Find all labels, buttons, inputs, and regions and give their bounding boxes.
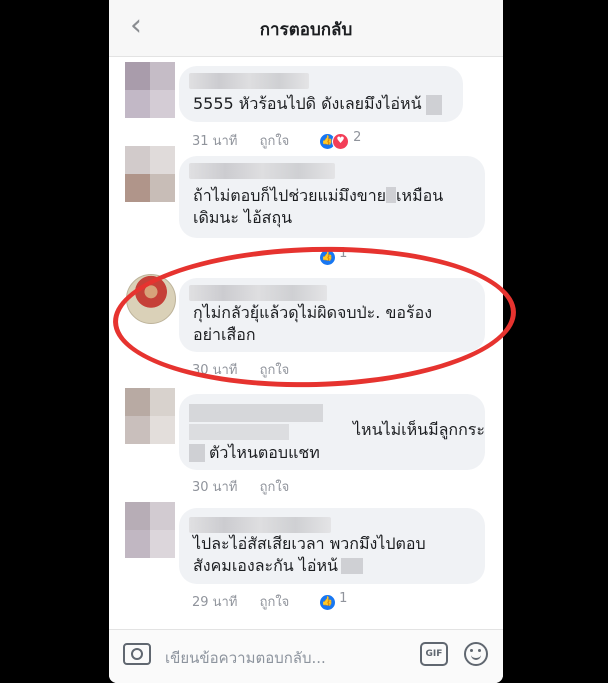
censor-block	[341, 558, 363, 574]
comment-text-line: เดิมนะ ไอ้สถุน	[193, 208, 293, 227]
censor-block	[189, 424, 289, 440]
blurred-author-name	[189, 73, 309, 89]
comment-meta: 30 นาที ถูกใจ	[192, 359, 307, 380]
comment-text-part: เหมือน	[396, 186, 444, 205]
avatar[interactable]	[125, 62, 175, 118]
reactions[interactable]: 👍 1	[320, 591, 347, 610]
page-title: การตอบกลับ	[259, 20, 353, 40]
blurred-author-name	[189, 285, 327, 301]
comment-text-line: ตัวไหนตอบแชท	[209, 443, 320, 462]
phone-screen: ‹ การตอบกลับ 5555 หัวร้อนไปดิ ดังเลยมึงไ…	[109, 0, 503, 683]
like-reaction-icon: 👍	[320, 250, 335, 265]
avatar[interactable]	[126, 274, 176, 324]
header-bar: ‹ การตอบกลับ	[109, 0, 503, 57]
timestamp: 30 นาที	[192, 363, 238, 378]
camera-icon[interactable]	[123, 643, 151, 665]
comment-bubble[interactable]: ไหนไม่เห็นมีลูกกระ ตัวไหนตอบแชท	[179, 394, 485, 470]
censor-block	[386, 187, 397, 203]
blurred-author-name	[189, 404, 323, 422]
avatar[interactable]	[125, 388, 175, 444]
comment-bubble[interactable]: กุไม่กลัวยุ้แล้วดุไม่ผิดจบป่ะ. ขอร้อง อย…	[179, 278, 485, 352]
timestamp: 29 นาที	[192, 595, 238, 610]
gif-icon[interactable]: GIF	[420, 642, 448, 666]
blurred-author-name	[189, 517, 331, 533]
reply-input[interactable]: เขียนข้อความตอบกลับ...	[165, 646, 326, 670]
like-link[interactable]: ถูกใจ	[260, 480, 290, 495]
comment-bubble[interactable]: ไปละไอ่สัสเสียเวลา พวกมึงไปตอบ สังคมเองล…	[179, 508, 485, 584]
comment-meta: 29 นาที ถูกใจ	[192, 591, 307, 612]
comment-text-line: สังคมเองละกัน ไอ่หน้	[193, 556, 338, 575]
reactions[interactable]: 👍 ♥ 2	[320, 130, 361, 150]
like-link[interactable]: ถูกใจ	[260, 595, 290, 610]
reaction-count: 2	[353, 130, 362, 145]
comment-bubble[interactable]: 5555 หัวร้อนไปดิ ดังเลยมึงไอ่หน้	[179, 66, 463, 122]
censor-block	[189, 444, 205, 462]
comment-text: ถ้าไม่ตอบก็ไปช่วยแม่มึงขาย เหมือน	[193, 185, 443, 207]
emoji-icon[interactable]	[464, 642, 488, 666]
comment-text: ไปละไอ่สัสเสียเวลา พวกมึงไปตอบ	[193, 534, 426, 553]
comment-text: 5555 หัวร้อนไปดิ ดังเลยมึงไอ่หน้	[193, 94, 422, 113]
avatar[interactable]	[125, 502, 175, 558]
like-link[interactable]: ถูกใจ	[260, 363, 290, 378]
reaction-count: 1	[339, 246, 348, 261]
blurred-author-name	[189, 163, 335, 179]
censor-block	[426, 95, 442, 115]
comment-meta	[192, 246, 228, 261]
comment-text-line: อย่าเสือก	[193, 325, 256, 344]
avatar[interactable]	[125, 146, 175, 202]
like-link[interactable]: ถูกใจ	[260, 134, 290, 149]
reactions[interactable]: 👍 1	[320, 246, 347, 265]
reply-composer: เขียนข้อความตอบกลับ... GIF	[109, 629, 503, 683]
comment-meta: 31 นาที ถูกใจ	[192, 130, 307, 151]
comment-text: กุไม่กลัวยุ้แล้วดุไม่ผิดจบป่ะ. ขอร้อง	[193, 303, 432, 322]
reaction-count: 1	[339, 591, 348, 606]
comment-text-part: ถ้าไม่ตอบก็ไปช่วยแม่มึงขาย	[193, 186, 387, 205]
timestamp: 31 นาที	[192, 134, 238, 149]
love-reaction-icon: ♥	[332, 133, 349, 150]
comment-meta: 30 นาที ถูกใจ	[192, 476, 307, 497]
comment-bubble[interactable]: ถ้าไม่ตอบก็ไปช่วยแม่มึงขาย เหมือน เดิมนะ …	[179, 156, 485, 238]
comment-text: ไหนไม่เห็นมีลูกกระ	[353, 420, 485, 439]
timestamp: 30 นาที	[192, 480, 238, 495]
like-reaction-icon: 👍	[320, 595, 335, 610]
